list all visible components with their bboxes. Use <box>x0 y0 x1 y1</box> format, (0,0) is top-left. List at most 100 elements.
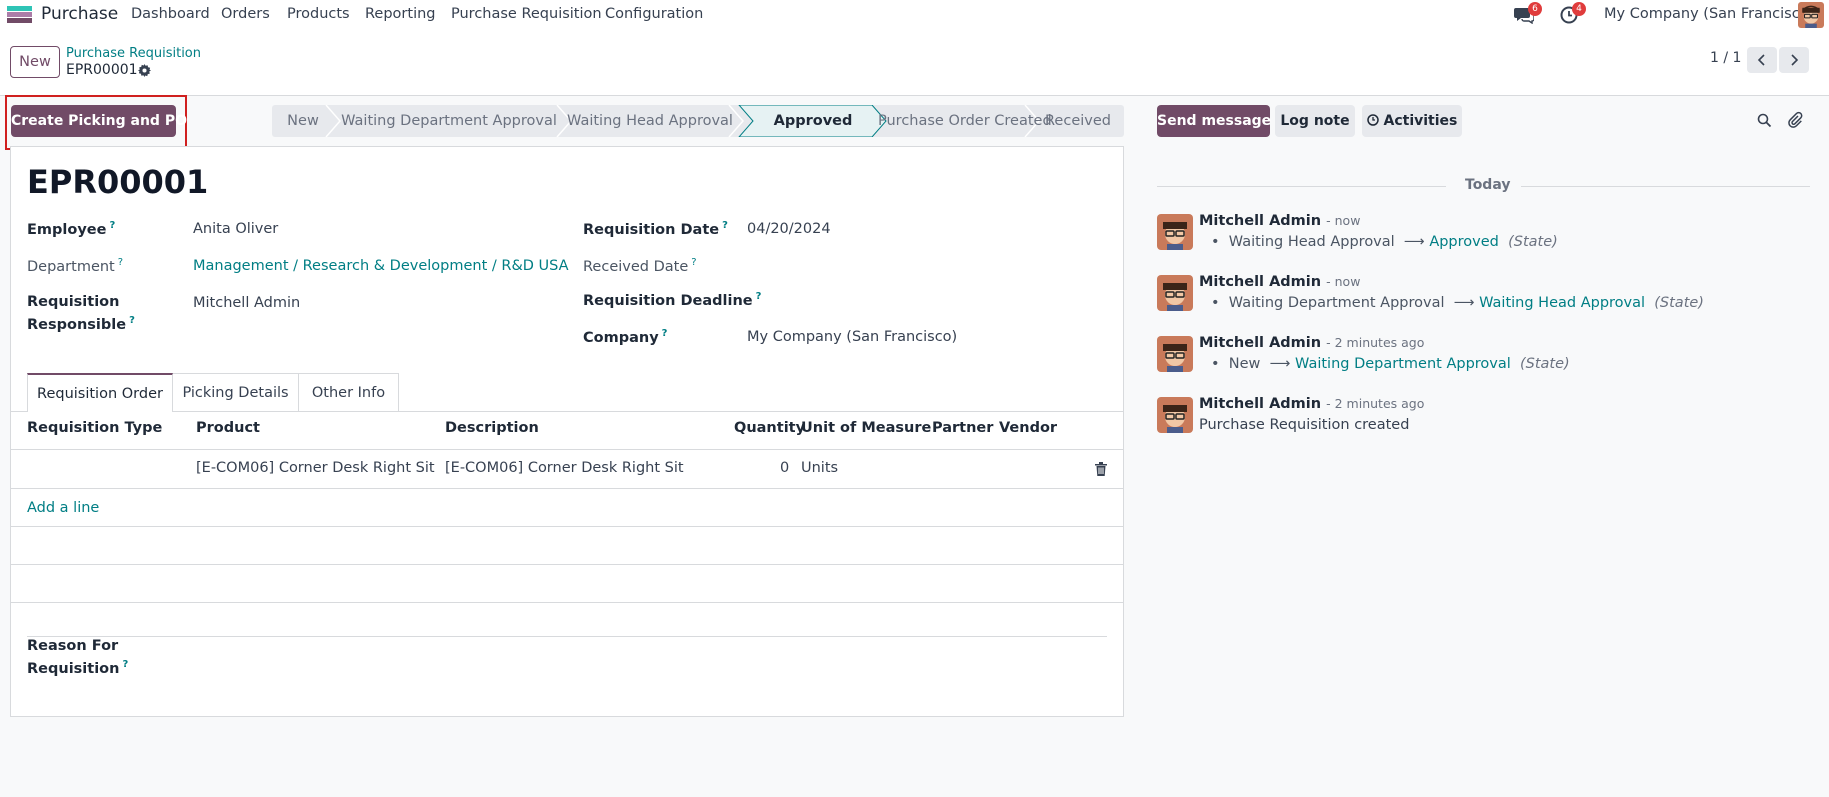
send-message-button[interactable]: Send message <box>1157 105 1271 137</box>
trash-icon[interactable] <box>1095 462 1107 476</box>
col-description[interactable]: Description <box>445 420 539 436</box>
top-navbar: Purchase Dashboard Orders Products Repor… <box>0 0 1829 30</box>
received-date-label-text: Received Date <box>583 258 689 275</box>
chevron-left-icon <box>1757 54 1765 66</box>
responsible-value[interactable]: Mitchell Admin <box>193 295 300 311</box>
row-uom[interactable]: Units <box>801 460 838 476</box>
company-label: Company? <box>583 328 667 346</box>
help-icon[interactable]: ? <box>756 291 762 302</box>
author-avatar[interactable] <box>1157 336 1193 372</box>
breadcrumb-parent[interactable]: Purchase Requisition <box>66 46 201 61</box>
tracked-field: (State) <box>1508 234 1558 250</box>
company-switcher[interactable]: My Company (San Francisco) <box>1604 6 1814 22</box>
menu-orders[interactable]: Orders <box>221 6 270 22</box>
responsible-label: Responsible? <box>27 315 135 333</box>
pager-value[interactable]: 1 / 1 <box>1710 50 1741 66</box>
stage-waiting-head-approval[interactable]: Waiting Head Approval <box>564 105 736 137</box>
row-product[interactable]: [E-COM06] Corner Desk Right Sit <box>196 460 435 476</box>
pager-next-button[interactable] <box>1779 47 1809 73</box>
employee-value[interactable]: Anita Oliver <box>193 221 278 237</box>
reason-label: Requisition? <box>27 659 128 677</box>
requisition-date-label-text: Requisition Date <box>583 221 720 238</box>
new-value: Approved <box>1429 234 1499 250</box>
menu-purchase-requisition[interactable]: Purchase Requisition <box>451 6 602 22</box>
author-name[interactable]: Mitchell Admin <box>1199 335 1321 351</box>
author-avatar[interactable] <box>1157 397 1193 433</box>
app-name[interactable]: Purchase <box>41 4 118 24</box>
menu-dashboard[interactable]: Dashboard <box>131 6 210 22</box>
stage-purchase-order-created[interactable]: Purchase Order Created <box>878 105 1052 137</box>
help-icon[interactable]: ? <box>109 220 115 231</box>
row-divider <box>10 602 1124 603</box>
menu-reporting[interactable]: Reporting <box>365 6 436 22</box>
employee-label: Employee? <box>27 220 115 238</box>
help-icon[interactable]: ? <box>722 220 728 231</box>
col-requisition-type[interactable]: Requisition Type <box>27 420 162 436</box>
author-avatar[interactable] <box>1157 275 1193 311</box>
paperclip-icon[interactable] <box>1787 111 1803 128</box>
reason-field-divider <box>27 636 1107 637</box>
help-icon[interactable]: ? <box>691 257 696 268</box>
new-value: Waiting Head Approval <box>1479 295 1646 311</box>
tracking-line: • Waiting Department Approval ⟶ Waiting … <box>1211 295 1704 311</box>
author-name[interactable]: Mitchell Admin <box>1199 396 1321 412</box>
stage-waiting-department-approval[interactable]: Waiting Department Approval <box>334 105 564 137</box>
record-title: EPR00001 <box>27 163 209 201</box>
add-a-line-link[interactable]: Add a line <box>27 500 99 516</box>
help-icon[interactable]: ? <box>129 315 135 326</box>
app-logo-icon[interactable] <box>7 6 32 23</box>
requisition-date-value[interactable]: 04/20/2024 <box>747 221 831 237</box>
col-vendor[interactable]: Vendor <box>999 420 1057 436</box>
row-quantity[interactable]: 0 <box>780 460 789 476</box>
company-label-text: Company <box>583 329 659 346</box>
message-time: - now <box>1326 274 1361 289</box>
tab-picking-details[interactable]: Picking Details <box>173 373 299 411</box>
stage-approved-current[interactable]: Approved <box>748 105 878 137</box>
message-time: - 2 minutes ago <box>1326 335 1425 350</box>
activities-count-badge: 4 <box>1572 2 1586 16</box>
menu-configuration[interactable]: Configuration <box>605 6 703 22</box>
status-bar: New Waiting Department Approval Waiting … <box>272 105 1124 137</box>
message-author: Mitchell Admin - now <box>1199 274 1360 290</box>
author-avatar[interactable] <box>1157 214 1193 250</box>
pager-previous-button[interactable] <box>1747 47 1777 73</box>
tabs-divider <box>10 411 1124 412</box>
tab-other-info[interactable]: Other Info <box>299 373 399 411</box>
received-date-label: Received Date? <box>583 257 697 275</box>
new-record-button[interactable]: New <box>10 46 60 78</box>
responsible-label-text: Responsible <box>27 316 127 333</box>
log-note-button[interactable]: Log note <box>1275 105 1355 137</box>
old-value: Waiting Department Approval <box>1228 295 1445 311</box>
user-avatar[interactable] <box>1798 2 1824 28</box>
create-picking-and-po-button[interactable]: Create Picking and PO <box>11 105 187 137</box>
department-value[interactable]: Management / Research & Development / R&… <box>193 258 569 274</box>
author-name[interactable]: Mitchell Admin <box>1199 213 1321 229</box>
row-description[interactable]: [E-COM06] Corner Desk Right Sit <box>445 460 684 476</box>
reason-label-line1: Reason For <box>27 638 119 654</box>
tracking-line: • Waiting Head Approval ⟶ Approved (Stat… <box>1211 234 1558 250</box>
date-separator-line <box>1521 186 1810 187</box>
col-partner[interactable]: Partner <box>932 420 993 436</box>
col-quantity[interactable]: Quantity <box>734 420 805 436</box>
tab-requisition-order[interactable]: Requisition Order <box>27 373 173 412</box>
stage-new[interactable]: New <box>272 105 334 137</box>
department-label: Department? <box>27 257 123 275</box>
stage-received[interactable]: Received <box>1032 105 1124 137</box>
author-name[interactable]: Mitchell Admin <box>1199 274 1321 290</box>
help-icon[interactable]: ? <box>662 328 668 339</box>
help-icon[interactable]: ? <box>122 659 128 670</box>
responsible-label-line1: Requisition <box>27 294 120 310</box>
chevron-right-icon <box>1791 54 1799 66</box>
gear-icon[interactable] <box>138 64 151 77</box>
messages-count-badge: 6 <box>1528 2 1542 16</box>
menu-products[interactable]: Products <box>287 6 350 22</box>
search-icon[interactable] <box>1757 113 1772 128</box>
col-unit-of-measure[interactable]: Unit of Measure <box>801 420 931 436</box>
help-icon[interactable]: ? <box>118 257 123 268</box>
department-label-text: Department <box>27 258 115 275</box>
company-value[interactable]: My Company (San Francisco) <box>747 329 957 345</box>
arrow-right-icon: ⟶ <box>1269 356 1291 372</box>
activities-button[interactable]: Activities <box>1362 105 1462 137</box>
control-panel <box>0 30 1829 96</box>
col-product[interactable]: Product <box>196 420 260 436</box>
